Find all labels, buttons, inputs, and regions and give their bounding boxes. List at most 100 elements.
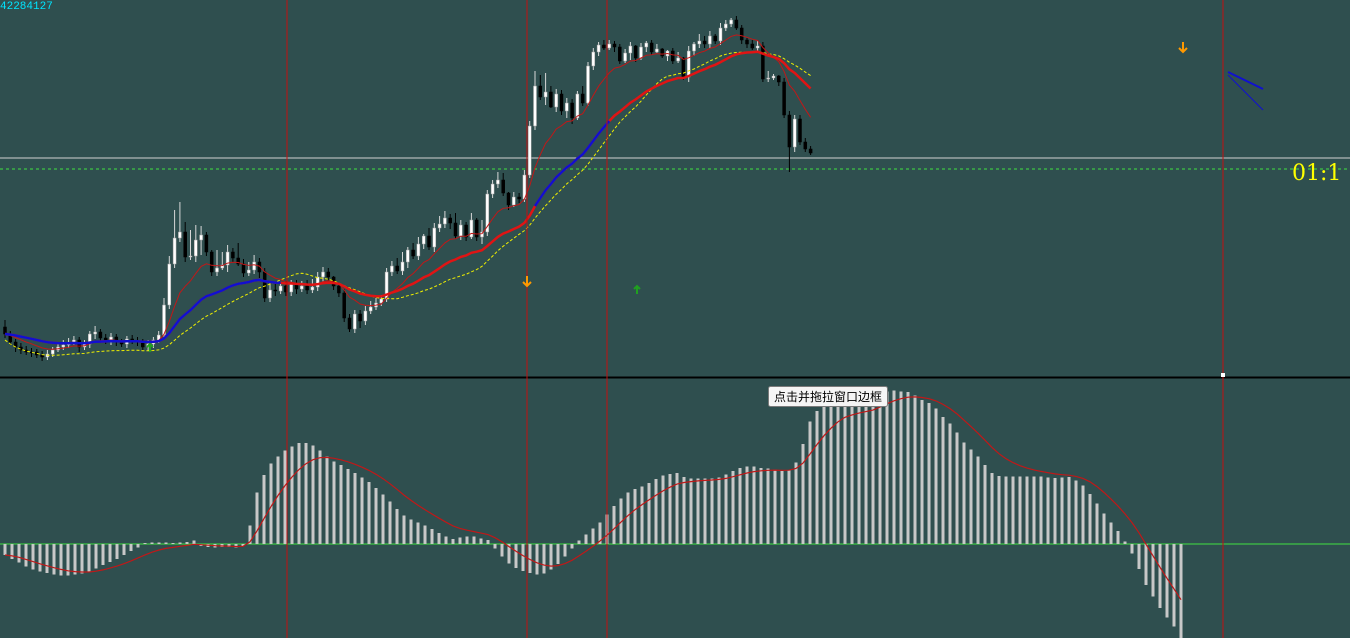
macd-bar — [955, 432, 959, 544]
bull-candle — [792, 118, 797, 148]
bull-candle — [199, 234, 203, 241]
macd-bar — [472, 536, 476, 544]
macd-bar — [192, 540, 196, 544]
macd-bar — [304, 443, 308, 544]
macd-bar — [1116, 531, 1120, 544]
bear-candle — [798, 118, 802, 143]
macd-bar — [136, 544, 140, 548]
macd-bar — [829, 401, 833, 544]
bull-candle — [639, 46, 643, 59]
macd-bar — [185, 542, 189, 544]
bull-candle — [215, 267, 219, 273]
bear-candle — [347, 317, 352, 330]
bull-candle — [93, 331, 97, 335]
macd-bar — [290, 446, 294, 544]
bear-candle — [681, 57, 686, 78]
bull-candle — [278, 285, 283, 292]
macd-bar — [1151, 544, 1155, 597]
macd-bar — [402, 515, 406, 544]
bull-candle — [300, 285, 304, 290]
macd-bar — [773, 469, 777, 544]
bear-candle — [453, 222, 458, 237]
macd-bar — [1053, 478, 1057, 544]
tooltip-text: 点击并拖拉窗口边框 — [774, 389, 882, 404]
bear-candle — [713, 35, 717, 42]
drag-window-border-tooltip: 点击并拖拉窗口边框 — [768, 386, 888, 407]
bear-candle — [549, 91, 553, 108]
macd-bar — [1179, 544, 1183, 638]
macd-bar — [521, 544, 525, 571]
macd-bar — [451, 539, 455, 544]
macd-bar — [10, 544, 14, 559]
bull-candle — [310, 286, 315, 291]
bear-candle — [602, 44, 606, 49]
bear-candle — [358, 313, 362, 322]
bear-candle — [98, 331, 103, 339]
bear-candle — [612, 43, 617, 48]
macd-bar — [108, 544, 112, 562]
macd-bar — [801, 444, 805, 544]
macd-bar — [1046, 477, 1050, 544]
bull-candle — [692, 43, 696, 52]
macd-bar — [262, 475, 266, 544]
macd-bar — [1018, 476, 1022, 544]
bear-candle — [204, 234, 209, 253]
bear-candle — [411, 249, 415, 257]
bull-candle — [607, 43, 611, 49]
macd-bar — [1081, 485, 1085, 544]
bull-candle — [755, 45, 760, 49]
macd-bar — [633, 489, 637, 544]
macd-bar — [969, 449, 973, 544]
macd-bar — [17, 544, 21, 563]
macd-bar — [962, 442, 966, 544]
macd-bar — [423, 525, 427, 544]
bull-candle — [676, 57, 680, 62]
bear-candle — [745, 39, 749, 45]
bull-candle — [321, 271, 325, 278]
bear-candle — [241, 263, 246, 274]
macd-bar — [52, 544, 56, 575]
macd-bar — [794, 462, 798, 544]
macd-bar — [1144, 544, 1148, 585]
macd-bar — [710, 478, 714, 544]
macd-bar — [1011, 476, 1015, 544]
macd-bar — [703, 478, 707, 544]
macd-bar — [654, 479, 658, 544]
bull-candle — [400, 261, 405, 272]
macd-bar — [640, 486, 644, 544]
bull-candle — [167, 263, 172, 306]
macd-bar — [780, 471, 784, 544]
macd-bar — [808, 421, 812, 544]
bear-candle — [395, 265, 399, 272]
macd-bar — [1004, 476, 1008, 544]
bull-candle — [644, 42, 649, 48]
bull-candle — [368, 306, 373, 312]
macd-bar — [164, 542, 168, 544]
macd-bar — [920, 400, 924, 544]
bear-candle — [803, 141, 808, 150]
bull-candle — [591, 51, 596, 67]
bear-candle — [702, 40, 707, 45]
macd-bar — [542, 544, 546, 574]
bear-candle — [103, 337, 108, 341]
bear-candle — [538, 85, 543, 98]
bull-candle — [188, 255, 193, 258]
macd-bar — [976, 456, 980, 544]
macd-bar — [178, 542, 182, 544]
bull-candle — [527, 125, 532, 176]
bear-candle — [739, 27, 744, 41]
bear-candle — [782, 81, 786, 116]
bull-candle — [718, 27, 723, 42]
bull-candle — [708, 35, 712, 45]
macd-bar — [1123, 541, 1127, 544]
account-id-label: 42284127 — [0, 1, 53, 13]
bear-candle — [231, 251, 235, 259]
macd-bar — [1067, 477, 1071, 544]
bull-candle — [50, 349, 55, 355]
macd-bar — [395, 509, 399, 544]
macd-bar — [24, 544, 28, 567]
macd-bar — [346, 469, 350, 544]
macd-bar — [101, 544, 105, 565]
bull-candle — [655, 48, 659, 53]
macd-bar — [990, 473, 994, 544]
